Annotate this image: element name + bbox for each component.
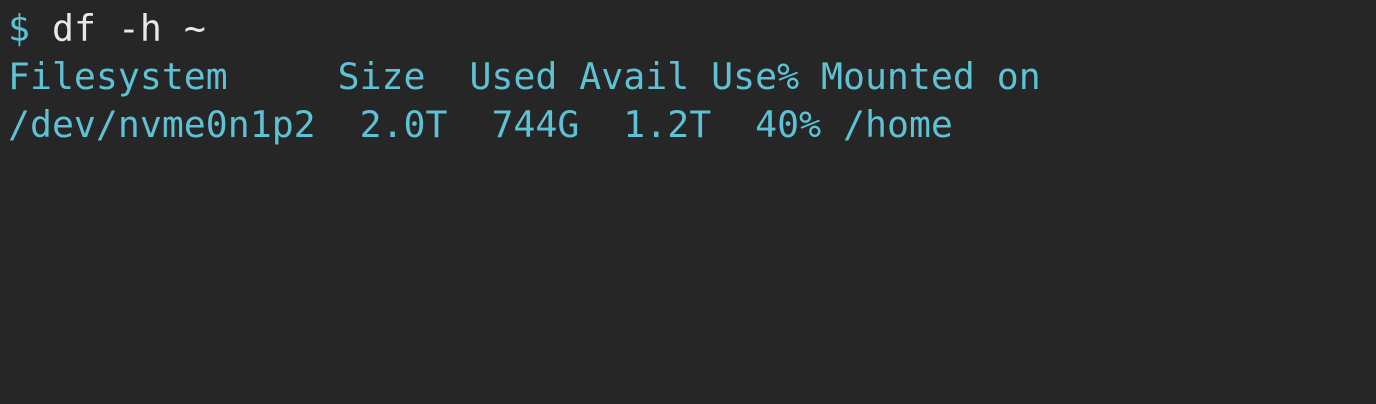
cell-size: 2.0T bbox=[359, 103, 448, 146]
header-size: Size bbox=[337, 55, 426, 98]
output-data-row: /dev/nvme0n1p2 2.0T 744G 1.2T 40% /home bbox=[8, 101, 1376, 149]
cell-filesystem: /dev/nvme0n1p2 bbox=[8, 103, 316, 146]
header-mounted-on: Mounted on bbox=[821, 55, 1041, 98]
terminal-window[interactable]: $ df -h ~ Filesystem Size Used Avail Use% Mou… bbox=[0, 0, 1376, 404]
header-use-percent: Use% bbox=[711, 55, 800, 98]
cell-mounted-on: /home bbox=[843, 103, 953, 146]
header-avail: Avail bbox=[579, 55, 690, 98]
cell-used: 744G bbox=[491, 103, 580, 146]
header-used: Used bbox=[469, 55, 558, 98]
header-filesystem: Filesystem bbox=[8, 55, 228, 98]
cell-avail: 1.2T bbox=[623, 103, 712, 146]
cell-use-percent: 40% bbox=[755, 103, 822, 146]
command-text: df -h ~ bbox=[51, 7, 206, 50]
prompt-symbol: $ bbox=[8, 7, 30, 50]
output-header-row: Filesystem Size Used Avail Use% Mounted on bbox=[8, 53, 1376, 101]
command-line: $ df -h ~ bbox=[8, 5, 1376, 53]
